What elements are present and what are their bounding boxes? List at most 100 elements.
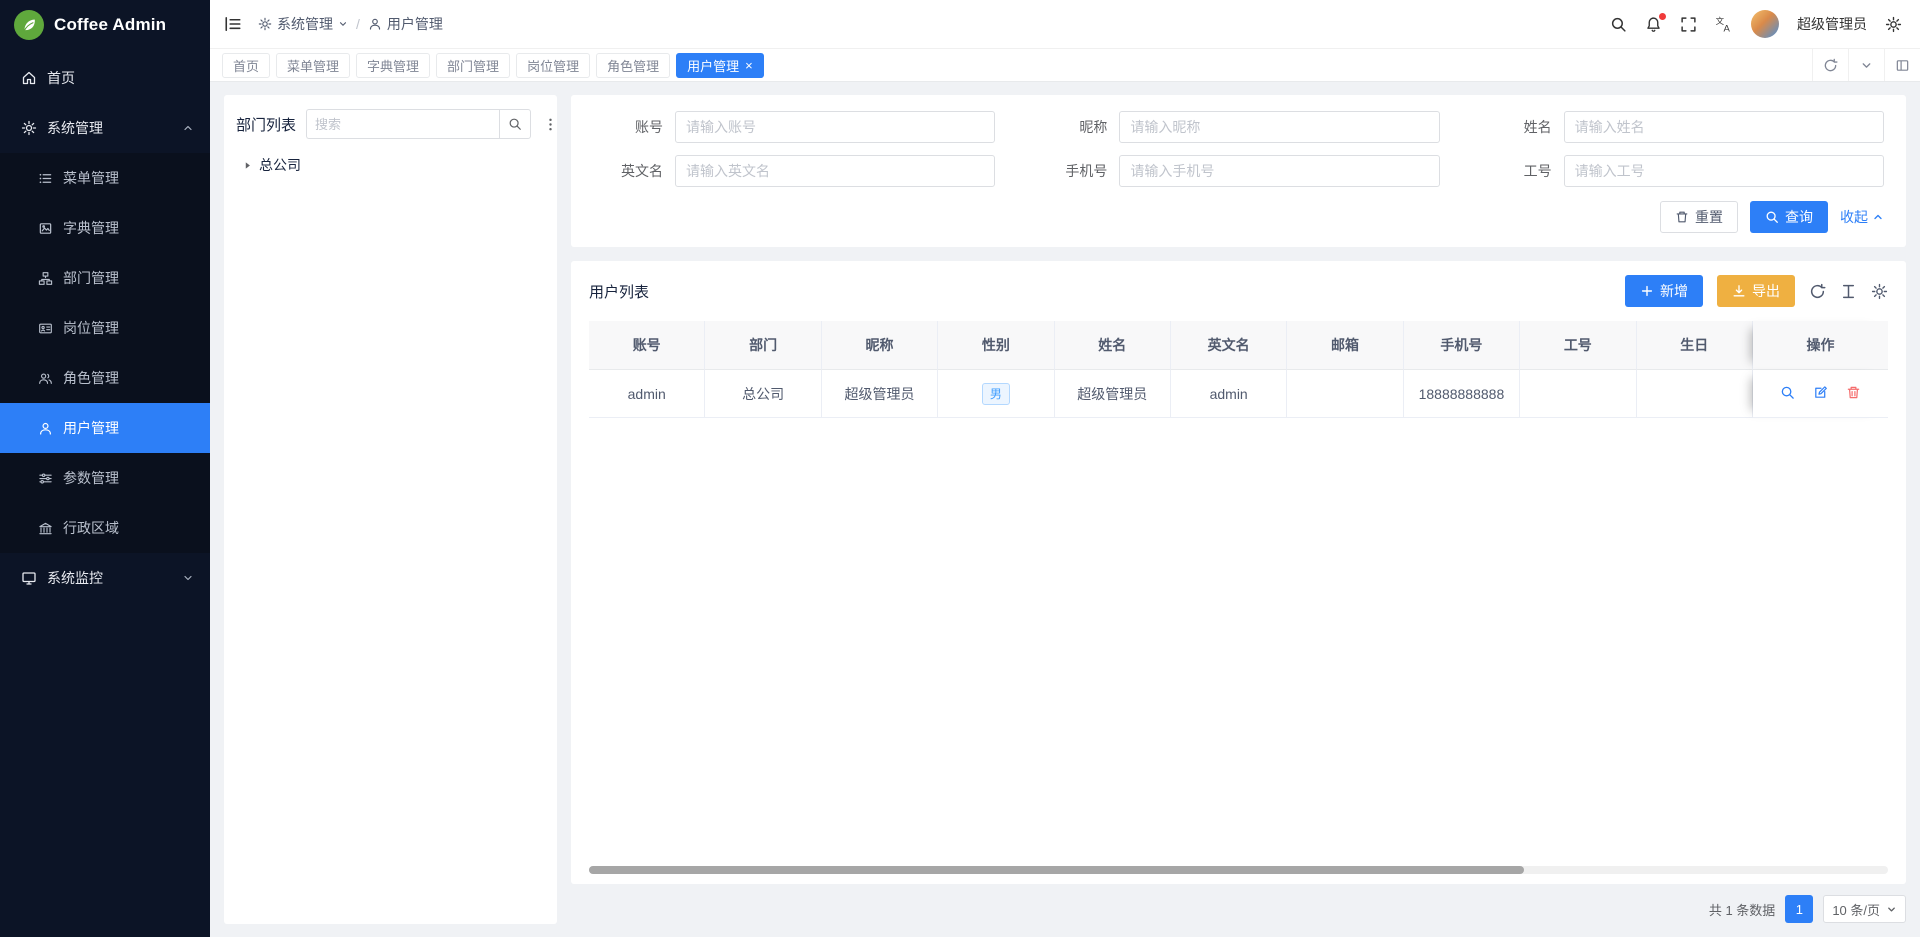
sidebar-group-monitor[interactable]: 系统监控 [0, 553, 210, 603]
cell-nickname: 超级管理员 [822, 370, 938, 418]
avatar[interactable] [1751, 10, 1779, 38]
reset-button[interactable]: 重置 [1660, 201, 1738, 233]
search-form-card: 账号 昵称 姓名 英文名 [571, 95, 1906, 247]
sidebar-item-role-mgmt[interactable]: 角色管理 [0, 353, 210, 403]
layout-toggle-icon[interactable] [1884, 49, 1920, 81]
column-settings-gear-icon[interactable] [1871, 283, 1888, 300]
column-header-en-name: 英文名 [1171, 321, 1287, 370]
cell-email [1287, 370, 1403, 418]
menu-list-icon [38, 171, 53, 186]
sidebar-item-dept-mgmt[interactable]: 部门管理 [0, 253, 210, 303]
query-button-label: 查询 [1785, 207, 1813, 227]
sidebar-item-param-mgmt[interactable]: 参数管理 [0, 453, 210, 503]
sidebar-item-home[interactable]: 首页 [0, 53, 210, 103]
dots-vertical-icon[interactable] [541, 115, 560, 134]
tab-home[interactable]: 首页 [222, 53, 270, 78]
people-icon [38, 371, 53, 386]
topbar: 系统管理 / 用户管理 [210, 0, 1920, 49]
edit-icon[interactable] [1813, 385, 1828, 400]
chevron-up-icon [1872, 211, 1884, 223]
table-row[interactable]: admin 总公司 超级管理员 男 超级管理员 admin 1888888888… [589, 370, 1888, 418]
sidebar-collapse-icon[interactable] [224, 15, 242, 33]
sidebar-item-post-mgmt[interactable]: 岗位管理 [0, 303, 210, 353]
column-header-email: 邮箱 [1287, 321, 1403, 370]
sidebar-item-menu-mgmt[interactable]: 菜单管理 [0, 153, 210, 203]
collapse-link[interactable]: 收起 [1840, 207, 1884, 227]
field-label: 手机号 [1037, 161, 1107, 181]
breadcrumb-system[interactable]: 系统管理 [258, 14, 348, 34]
notification-dot [1659, 13, 1666, 20]
phone-input[interactable] [1119, 155, 1439, 187]
column-header-phone: 手机号 [1404, 321, 1520, 370]
row-height-icon[interactable] [1840, 283, 1857, 300]
chevron-down-icon [182, 572, 194, 584]
en-name-input[interactable] [675, 155, 995, 187]
page-button-1[interactable]: 1 [1785, 895, 1813, 923]
notification-bell-icon[interactable] [1645, 16, 1662, 33]
search-icon[interactable] [1610, 16, 1627, 33]
tab-role-mgmt[interactable]: 角色管理 [596, 53, 670, 78]
sidebar-item-region-mgmt[interactable]: 行政区域 [0, 503, 210, 553]
add-button-label: 新增 [1660, 281, 1688, 301]
name-input[interactable] [1564, 111, 1884, 143]
column-header-birthday: 生日 [1637, 321, 1753, 370]
fullscreen-icon[interactable] [1680, 16, 1697, 33]
sidebar-item-user-mgmt[interactable]: 用户管理 [0, 403, 210, 453]
tab-menu-mgmt[interactable]: 菜单管理 [276, 53, 350, 78]
field-label: 工号 [1482, 161, 1552, 181]
username[interactable]: 超级管理员 [1797, 14, 1867, 34]
settings-gear-icon[interactable] [1885, 16, 1902, 33]
account-input[interactable] [675, 111, 995, 143]
tab-user-mgmt[interactable]: 用户管理 × [676, 53, 764, 78]
tab-label: 部门管理 [447, 56, 499, 75]
gear-icon [21, 120, 37, 136]
add-button[interactable]: 新增 [1625, 275, 1703, 307]
sidebar-item-label: 参数管理 [63, 468, 119, 488]
breadcrumb-label: 用户管理 [387, 14, 443, 34]
field-label: 昵称 [1037, 117, 1107, 137]
tab-options-chevron-icon[interactable] [1848, 49, 1884, 81]
export-button[interactable]: 导出 [1717, 275, 1795, 307]
sidebar-item-label: 行政区域 [63, 518, 119, 538]
tab-post-mgmt[interactable]: 岗位管理 [516, 53, 590, 78]
sidebar-item-dict-mgmt[interactable]: 字典管理 [0, 203, 210, 253]
sidebar-nav: 首页 系统管理 菜单管理 字典管理 部门管理 [0, 49, 210, 937]
chevron-down-icon [1886, 904, 1897, 915]
cell-gender: 男 [938, 370, 1054, 418]
translate-icon[interactable]: 文A [1715, 15, 1733, 33]
view-details-icon[interactable] [1780, 385, 1795, 400]
main-column: 系统管理 / 用户管理 [210, 0, 1920, 937]
chevron-up-icon [182, 122, 194, 134]
org-tree-icon [38, 271, 53, 286]
tab-close-button[interactable]: × [745, 59, 753, 72]
tab-label: 字典管理 [367, 56, 419, 75]
job-no-input[interactable] [1564, 155, 1884, 187]
tab-label: 角色管理 [607, 56, 659, 75]
tree-node-root[interactable]: 总公司 [236, 151, 545, 179]
tabbar: 首页 菜单管理 字典管理 部门管理 岗位管理 角色管理 用户管理 × [210, 49, 1920, 82]
pagination-total: 共 1 条数据 [1709, 900, 1775, 919]
refresh-icon[interactable] [1809, 283, 1826, 300]
cell-name: 超级管理员 [1055, 370, 1171, 418]
query-button[interactable]: 查询 [1750, 201, 1828, 233]
delete-icon[interactable] [1846, 385, 1861, 400]
scrollbar-thumb[interactable] [589, 866, 1524, 874]
clear-icon [1675, 210, 1689, 224]
dictionary-icon [38, 221, 53, 236]
column-header-account: 账号 [589, 321, 705, 370]
right-column: 账号 昵称 姓名 英文名 [571, 95, 1906, 924]
sidebar: Coffee Admin 首页 系统管理 菜单管理 字典管理 [0, 0, 210, 937]
refresh-icon[interactable] [1812, 49, 1848, 81]
tab-dict-mgmt[interactable]: 字典管理 [356, 53, 430, 78]
tab-dept-mgmt[interactable]: 部门管理 [436, 53, 510, 78]
field-label: 账号 [593, 117, 663, 137]
department-search-input[interactable] [306, 109, 499, 139]
cell-en-name: admin [1171, 370, 1287, 418]
sidebar-group-system[interactable]: 系统管理 [0, 103, 210, 153]
nickname-input[interactable] [1119, 111, 1439, 143]
department-search-button[interactable] [499, 109, 531, 139]
field-phone: 手机号 [1037, 155, 1439, 187]
system-submenu: 菜单管理 字典管理 部门管理 岗位管理 角色管理 [0, 153, 210, 553]
page-size-select[interactable]: 10 条/页 [1823, 895, 1906, 923]
tree-node-label: 总公司 [259, 155, 301, 175]
